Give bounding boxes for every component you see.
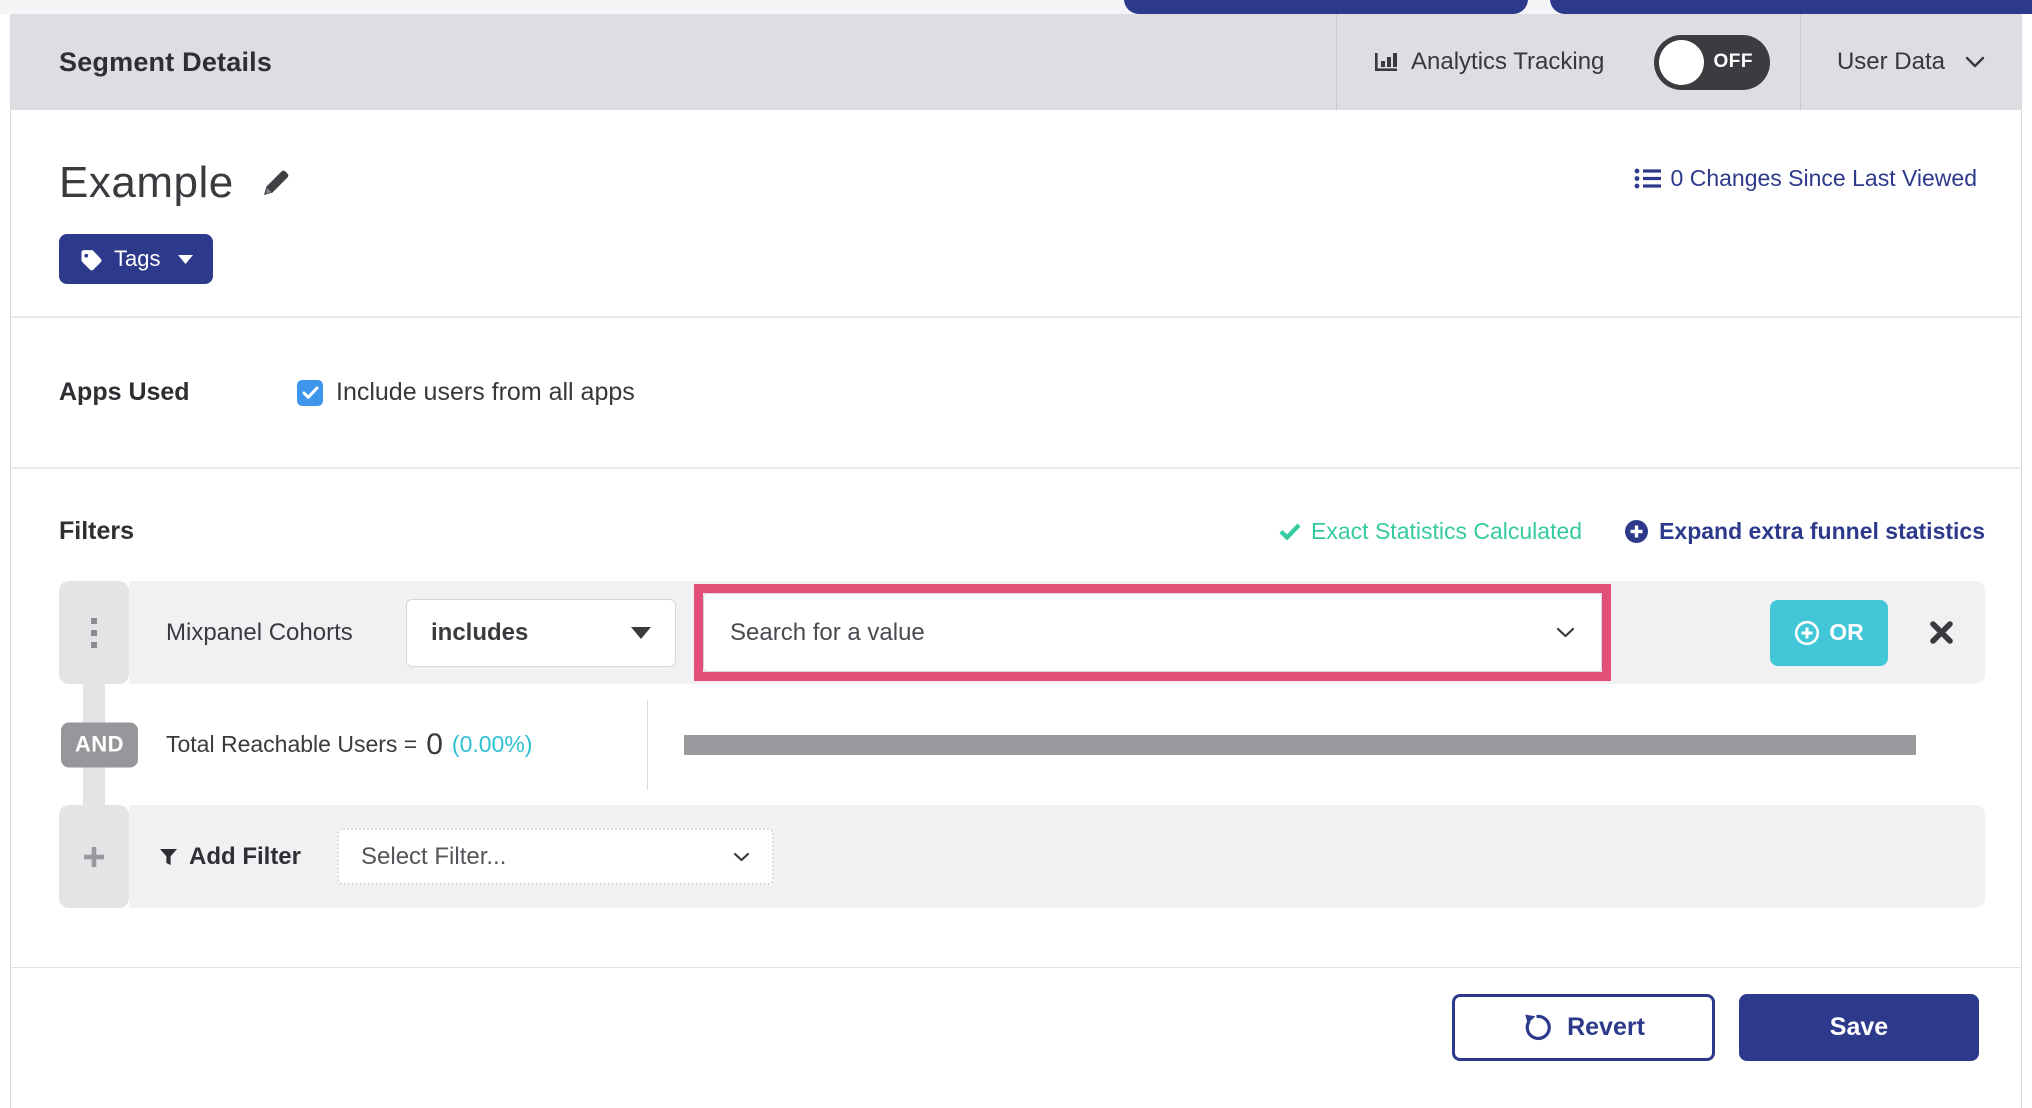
panel-title: Segment Details: [59, 46, 273, 77]
and-summary-row: AND Total Reachable Users = 0 (0.00%): [59, 684, 1985, 805]
segment-title-section: Example Tags 0 Changes Since Last Viewed: [11, 110, 2021, 318]
analytics-tracking-label: Analytics Tracking: [1411, 48, 1605, 75]
tag-icon: [79, 248, 102, 271]
changes-since-last-viewed-link[interactable]: 0 Changes Since Last Viewed: [1634, 165, 1977, 192]
analytics-tracking-section: Analytics Tracking OFF: [1336, 14, 1800, 110]
reachable-users-bar-track: [684, 734, 1916, 755]
plus-icon: [82, 845, 106, 869]
total-reachable-users-percent: (0.00%): [451, 731, 533, 757]
operator-dropdown[interactable]: includes: [406, 598, 676, 667]
total-reachable-users-label: Total Reachable Users =: [166, 731, 418, 757]
add-or-condition-button[interactable]: OR: [1770, 599, 1888, 666]
remove-filter-button[interactable]: [1928, 619, 1955, 646]
funnel-icon: [159, 848, 178, 866]
value-search-placeholder: Search for a value: [730, 618, 925, 646]
filters-title: Filters: [59, 517, 135, 545]
and-badge: AND: [61, 722, 138, 767]
exact-statistics-label: Exact Statistics Calculated: [1311, 518, 1583, 544]
cutoff-button-right[interactable]: [1550, 0, 2032, 14]
caret-down-icon: [178, 254, 194, 264]
chevron-down-icon: [733, 852, 750, 862]
changes-link-label: 0 Changes Since Last Viewed: [1670, 165, 1977, 191]
revert-button[interactable]: Revert: [1452, 994, 1715, 1061]
list-icon: [1634, 167, 1661, 190]
expand-funnel-statistics-link[interactable]: Expand extra funnel statistics: [1624, 518, 1985, 545]
cutoff-button-left[interactable]: [1124, 0, 1528, 14]
tags-button[interactable]: Tags: [59, 234, 214, 284]
chevron-down-icon: [1556, 627, 1575, 638]
or-button-label: OR: [1829, 619, 1864, 645]
drag-handle-icon: [91, 617, 97, 648]
user-data-label: User Data: [1836, 48, 1946, 75]
add-filter-gutter[interactable]: [59, 805, 129, 908]
user-data-dropdown[interactable]: User Data: [1800, 14, 2021, 110]
include-all-apps-option[interactable]: Include users from all apps: [297, 378, 635, 407]
revert-icon: [1522, 1013, 1551, 1042]
expand-funnel-statistics-label: Expand extra funnel statistics: [1659, 518, 1985, 544]
annotation-highlight-box: Search for a value: [694, 584, 1611, 681]
segment-details-panel: Segment Details Analytics Tracking OFF U…: [10, 14, 2022, 1108]
apps-used-section: Apps Used Include users from all apps: [11, 318, 2021, 469]
value-search-dropdown[interactable]: Search for a value: [703, 593, 1602, 672]
add-filter-label-group: Add Filter: [159, 843, 301, 871]
panel-header: Segment Details Analytics Tracking OFF U…: [11, 14, 2021, 110]
add-filter-label: Add Filter: [189, 842, 301, 870]
footer-actions: Revert Save: [11, 967, 2021, 1108]
plus-circle-icon: [1624, 519, 1649, 544]
exact-statistics-status: Exact Statistics Calculated: [1279, 518, 1582, 545]
include-all-apps-checkbox[interactable]: [297, 379, 323, 406]
include-all-apps-label: Include users from all apps: [336, 378, 635, 406]
total-reachable-users: Total Reachable Users = 0 (0.00%): [129, 699, 648, 790]
save-button[interactable]: Save: [1739, 994, 1979, 1061]
filter-drag-handle[interactable]: [59, 581, 129, 684]
toggle-state-label: OFF: [1713, 51, 1753, 72]
bar-chart-icon: [1371, 47, 1401, 77]
toggle-knob: [1659, 39, 1704, 85]
analytics-tracking-toggle[interactable]: OFF: [1654, 34, 1770, 90]
plus-circle-icon: [1794, 620, 1820, 646]
check-icon: [1279, 523, 1301, 540]
tags-button-label: Tags: [114, 246, 161, 271]
save-button-label: Save: [1829, 1013, 1889, 1041]
caret-down-icon: [631, 626, 651, 639]
top-strip: [0, 0, 2032, 14]
reachable-users-bar: [648, 734, 1985, 755]
add-filter-row: Add Filter Select Filter...: [59, 805, 1985, 908]
filters-section: Filters Exact Statistics Calculated Expa…: [11, 469, 2021, 967]
revert-button-label: Revert: [1567, 1013, 1645, 1041]
filter-row: Mixpanel Cohorts includes Search for a v…: [59, 581, 1985, 684]
pencil-icon[interactable]: [260, 167, 292, 199]
select-filter-dropdown[interactable]: Select Filter...: [337, 828, 774, 885]
apps-used-label: Apps Used: [59, 378, 190, 406]
operator-value: includes: [431, 618, 529, 646]
chevron-down-icon: [1965, 56, 1985, 68]
select-filter-placeholder: Select Filter...: [361, 842, 507, 870]
total-reachable-users-value: 0: [426, 727, 443, 761]
segment-name: Example: [59, 158, 234, 207]
filter-name: Mixpanel Cohorts: [166, 618, 353, 646]
